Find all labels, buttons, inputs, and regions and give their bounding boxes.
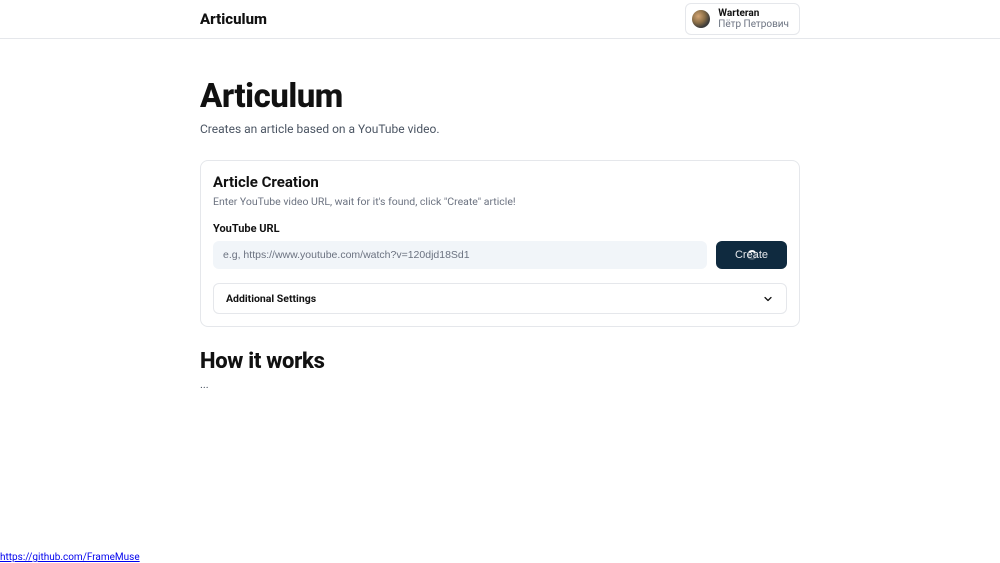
loading-spinner-icon — [747, 250, 757, 260]
additional-settings-label: Additional Settings — [226, 292, 316, 305]
chevron-down-icon — [762, 293, 774, 305]
card-title: Article Creation — [213, 173, 787, 191]
user-menu[interactable]: Warteran Пётр Петрович — [685, 3, 800, 35]
main-content: Articulum Creates an article based on a … — [0, 39, 1000, 391]
brand-logo[interactable]: Articulum — [200, 10, 267, 28]
page-subtitle: Creates an article based on a YouTube vi… — [200, 122, 800, 136]
create-button[interactable]: Create — [716, 241, 787, 269]
youtube-url-input[interactable] — [213, 241, 707, 269]
how-it-works-body: ... — [200, 378, 800, 391]
how-it-works-title: How it works — [200, 349, 800, 374]
how-it-works-section: How it works ... — [200, 349, 800, 391]
input-row: Create — [213, 241, 787, 269]
user-subname: Пётр Петрович — [718, 19, 789, 30]
page-title: Articulum — [200, 77, 800, 116]
avatar — [692, 10, 710, 28]
footer-link[interactable]: https://github.com/FrameMuse — [0, 552, 140, 563]
article-creation-card: Article Creation Enter YouTube video URL… — [200, 160, 800, 327]
youtube-url-label: YouTube URL — [213, 222, 787, 235]
user-name: Warteran — [718, 8, 789, 19]
card-description: Enter YouTube video URL, wait for it's f… — [213, 195, 787, 208]
user-texts: Warteran Пётр Петрович — [718, 8, 789, 30]
additional-settings-toggle[interactable]: Additional Settings — [213, 283, 787, 314]
app-header: Articulum Warteran Пётр Петрович — [0, 0, 1000, 39]
